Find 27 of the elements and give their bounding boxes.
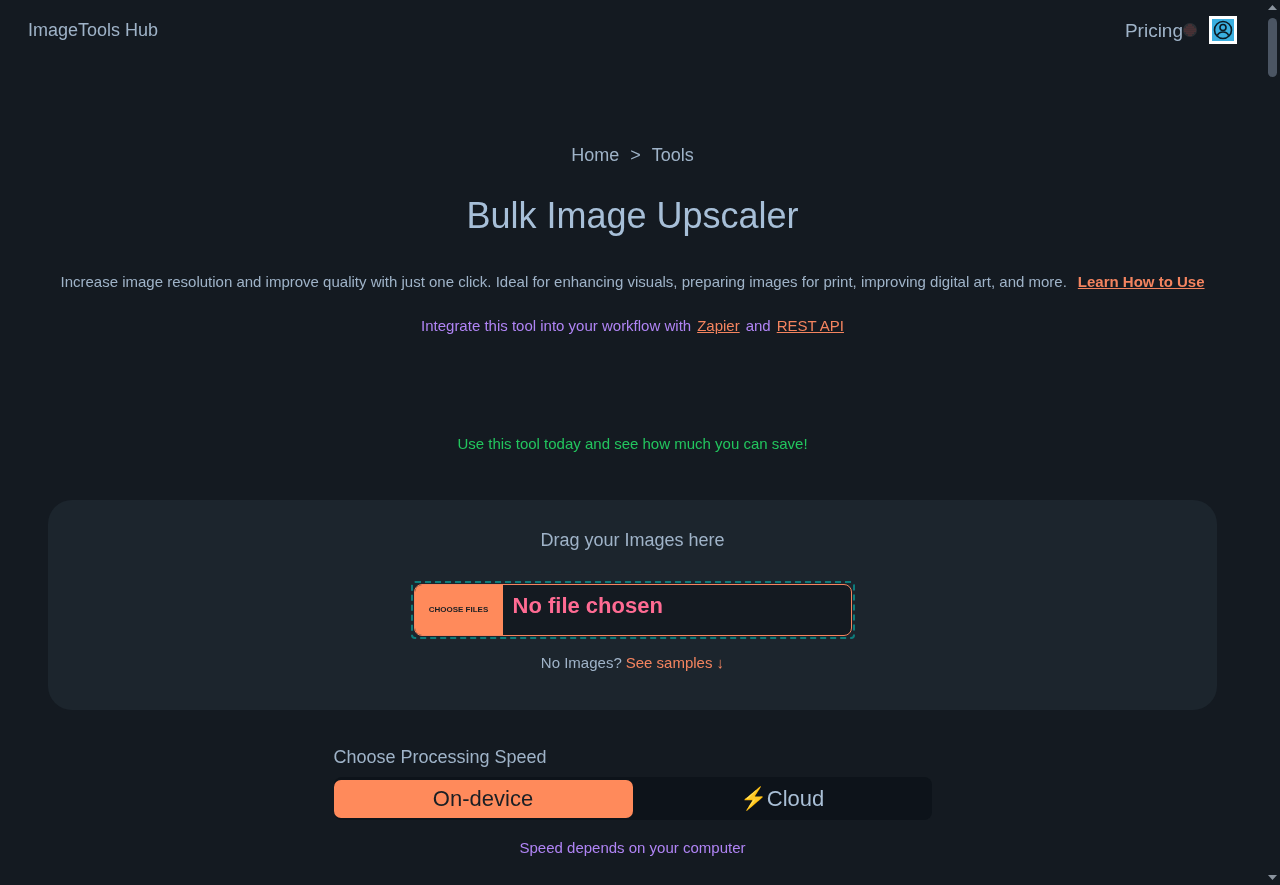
breadcrumb-separator: > xyxy=(630,144,641,167)
file-status-text: No file chosen xyxy=(512,593,663,619)
nav-link[interactable]: Pricing xyxy=(1124,16,1183,44)
dotted-circle-icon[interactable] xyxy=(1183,23,1197,37)
description-text: Increase image resolution and improve quality with just one click. Ideal for enhancing visuals, preparing images for print, improving digital art, and more. xyxy=(60,272,1067,292)
upload-heading: Drag your Images here xyxy=(540,529,725,552)
integration-link[interactable]: REST API xyxy=(776,315,844,337)
promo-text: Use this tool today and see how much you can save! xyxy=(456,434,809,454)
learn-how-link[interactable]: Learn How to Use xyxy=(1077,271,1205,293)
choose-files-button[interactable]: CHOOSE FILES xyxy=(414,585,503,635)
brand-name[interactable]: ImageTools Hub xyxy=(28,16,159,44)
integration-text: Integrate this tool into your workflow with xyxy=(421,316,692,336)
samples-prompt-text: No Images? xyxy=(540,653,622,673)
see-samples-link[interactable]: See samples ↓ xyxy=(625,652,725,674)
speed-option[interactable]: On-device xyxy=(333,779,633,818)
breadcrumb-link[interactable]: Home xyxy=(571,142,620,169)
page-title: Bulk Image Upscaler xyxy=(465,195,800,236)
scrollbar-thumb[interactable] xyxy=(1268,18,1277,77)
user-avatar-icon[interactable] xyxy=(1209,16,1237,44)
speed-label: Choose Processing Speed xyxy=(333,746,548,769)
scroll-up-arrow-icon[interactable] xyxy=(1268,5,1277,10)
speed-note: Speed depends on your computer xyxy=(518,838,747,858)
conjunction-text: and xyxy=(745,316,771,336)
integration-link[interactable]: Zapier xyxy=(697,315,740,337)
breadcrumb-current: Tools xyxy=(651,144,694,167)
scroll-down-arrow-icon[interactable] xyxy=(1268,875,1277,880)
speed-option[interactable]: ⚡Cloud xyxy=(632,779,932,818)
